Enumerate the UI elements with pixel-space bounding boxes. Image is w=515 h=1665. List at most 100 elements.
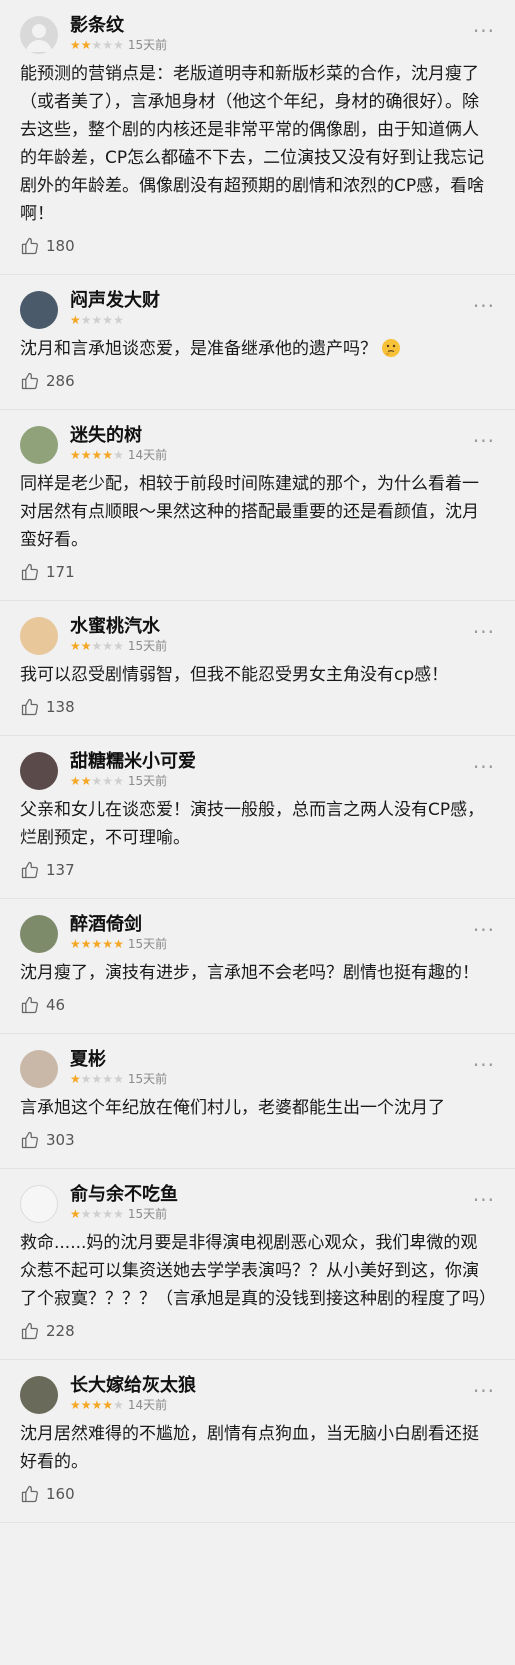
comment-meta: 甜糖糯米小可爱 ★★★★★ 15天前 [70,752,196,788]
like-button[interactable]: 46 [20,987,493,1033]
star-filled-icon: ★ [80,1398,92,1412]
rating-line: ★★★★★ 14天前 [70,448,167,462]
star-empty-icon: ★ [102,774,114,788]
more-options-icon[interactable]: ··· [473,757,495,777]
star-filled-icon: ★ [80,774,92,788]
star-filled-icon: ★ [70,448,81,462]
username[interactable]: 甜糖糯米小可爱 [70,752,196,772]
timestamp: 15天前 [127,774,168,788]
comment-text: 能预测的营销点是：老版道明寺和新版杉菜的合作，沈月瘦了（或者美了），言承旭身材（… [20,64,485,224]
avatar[interactable] [20,1050,58,1088]
rating-line: ★★★★★ 15天前 [70,38,167,52]
like-count: 180 [46,237,75,255]
like-count: 171 [46,563,75,581]
like-button[interactable]: 138 [20,689,493,735]
thinking-face-icon [382,339,400,357]
comment-header: 长大嫁给灰太狼 ★★★★★ 14天前 [20,1360,493,1414]
star-filled-icon: ★ [102,937,114,951]
avatar[interactable] [20,426,58,464]
more-options-icon[interactable]: ··· [473,1381,495,1401]
comment-item: 俞与余不吃鱼 ★★★★★ 15天前 ··· 救命......妈的沈月要是非得演电… [0,1169,515,1360]
comment-meta: 夏彬 ★★★★★ 15天前 [70,1050,167,1086]
comment-item: 甜糖糯米小可爱 ★★★★★ 15天前 ··· 父亲和女儿在谈恋爱！演技一般般，总… [0,736,515,899]
rating-line: ★★★★★ 15天前 [70,1207,178,1221]
avatar[interactable] [20,291,58,329]
thumbs-up-icon [21,996,38,1014]
star-filled-icon: ★ [70,1398,81,1412]
username[interactable]: 水蜜桃汽水 [70,617,167,637]
comment-header: 醉酒倚剑 ★★★★★ 15天前 [20,899,493,953]
comment-header: 俞与余不吃鱼 ★★★★★ 15天前 [20,1169,493,1223]
comment-item: 长大嫁给灰太狼 ★★★★★ 14天前 ··· 沈月居然难得的不尴尬，剧情有点狗血… [0,1360,515,1523]
comment-text: 父亲和女儿在谈恋爱！演技一般般，总而言之两人没有CP感，烂剧预定，不可理喻。 [20,800,485,848]
thumbs-up-icon [21,372,38,390]
avatar[interactable] [20,1376,58,1414]
avatar[interactable] [20,617,58,655]
avatar[interactable] [20,1185,58,1223]
comment-meta: 俞与余不吃鱼 ★★★★★ 15天前 [70,1185,178,1221]
username[interactable]: 醉酒倚剑 [70,915,167,935]
more-options-icon[interactable]: ··· [473,1055,495,1075]
rating-line: ★★★★★ [70,313,160,327]
star-empty-icon: ★ [91,38,103,52]
like-button[interactable]: 160 [20,1476,493,1522]
more-options-icon[interactable]: ··· [473,21,495,41]
comment-text: 我可以忍受剧情弱智，但我不能忍受男女主角没有cp感！ [20,665,449,685]
avatar[interactable] [20,16,58,54]
thumbs-up-icon [21,1131,38,1149]
like-button[interactable]: 171 [20,554,493,600]
star-empty-icon: ★ [80,313,92,327]
star-filled-icon: ★ [102,1398,114,1412]
more-options-icon[interactable]: ··· [473,296,495,316]
star-filled-icon: ★ [113,937,124,951]
like-button[interactable]: 286 [20,363,493,409]
comment-item: 夏彬 ★★★★★ 15天前 ··· 言承旭这个年纪放在俺们村儿，老婆都能生出一个… [0,1034,515,1169]
like-button[interactable]: 303 [20,1122,493,1168]
default-avatar-icon [26,24,52,52]
star-empty-icon: ★ [102,38,114,52]
timestamp: 15天前 [127,1072,168,1086]
comment-item: 迷失的树 ★★★★★ 14天前 ··· 同样是老少配，相较于前段时间陈建斌的那个… [0,410,515,601]
star-rating: ★★★★★ [70,775,124,787]
star-filled-icon: ★ [70,774,81,788]
username[interactable]: 俞与余不吃鱼 [70,1185,178,1205]
star-rating: ★★★★★ [70,449,124,461]
timestamp: 14天前 [127,448,168,462]
like-button[interactable]: 228 [20,1313,493,1359]
star-empty-icon: ★ [113,313,124,327]
star-filled-icon: ★ [91,937,103,951]
username[interactable]: 夏彬 [70,1050,167,1070]
star-filled-icon: ★ [102,448,114,462]
star-empty-icon: ★ [91,639,103,653]
more-options-icon[interactable]: ··· [473,920,495,940]
thumbs-up-icon [21,563,38,581]
avatar[interactable] [20,752,58,790]
comment-meta: 长大嫁给灰太狼 ★★★★★ 14天前 [70,1376,196,1412]
comment-text: 同样是老少配，相较于前段时间陈建斌的那个，为什么看着一对居然有点顺眼～果然这种的… [20,474,479,550]
star-rating: ★★★★★ [70,938,124,950]
username[interactable]: 影条纹 [70,16,167,36]
comment-header: 甜糖糯米小可爱 ★★★★★ 15天前 [20,736,493,790]
star-empty-icon: ★ [80,1072,92,1086]
rating-line: ★★★★★ 15天前 [70,1072,167,1086]
avatar[interactable] [20,915,58,953]
username[interactable]: 闷声发大财 [70,291,160,311]
username[interactable]: 迷失的树 [70,426,167,446]
rating-line: ★★★★★ 15天前 [70,937,167,951]
like-button[interactable]: 137 [20,852,493,898]
star-filled-icon: ★ [70,1072,81,1086]
like-count: 137 [46,861,75,879]
star-rating: ★★★★★ [70,1208,124,1220]
like-count: 303 [46,1131,75,1149]
comment-text: 沈月瘦了，演技有进步，言承旭不会老吗？剧情也挺有趣的！ [20,963,479,983]
more-options-icon[interactable]: ··· [473,622,495,642]
like-button[interactable]: 180 [20,228,493,274]
comment-item: 闷声发大财 ★★★★★ ··· 沈月和言承旭谈恋爱，是准备继承他的遗产吗？ 28… [0,275,515,410]
more-options-icon[interactable]: ··· [473,1190,495,1210]
more-options-icon[interactable]: ··· [473,431,495,451]
comment-text: 沈月居然难得的不尴尬，剧情有点狗血，当无脑小白剧看还挺好看的。 [20,1424,479,1472]
username[interactable]: 长大嫁给灰太狼 [70,1376,196,1396]
star-empty-icon: ★ [113,1207,124,1221]
star-empty-icon: ★ [102,313,114,327]
timestamp: 15天前 [127,38,168,52]
